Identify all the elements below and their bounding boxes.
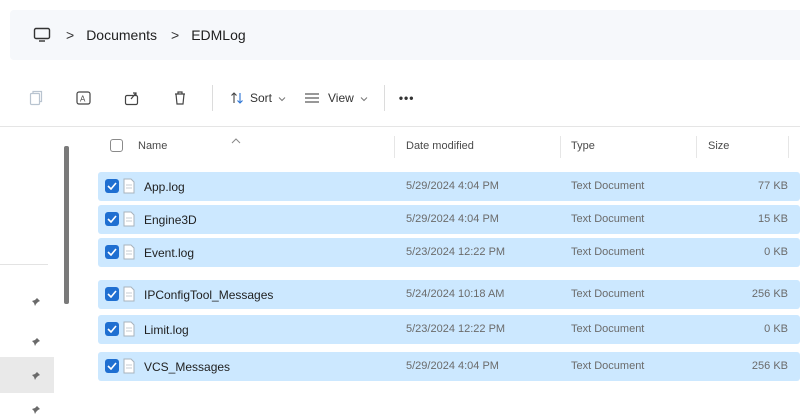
sort-icon[interactable] bbox=[227, 88, 247, 108]
file-name[interactable]: VCS_Messages bbox=[144, 360, 230, 374]
file-name[interactable]: IPConfigTool_Messages bbox=[144, 288, 273, 302]
row-checkbox[interactable] bbox=[105, 322, 119, 336]
file-name[interactable]: Limit.log bbox=[144, 323, 189, 337]
text-file-icon bbox=[123, 321, 135, 337]
more-options-button[interactable]: ••• bbox=[399, 91, 415, 105]
text-file-icon bbox=[123, 358, 135, 374]
address-bar[interactable]: > Documents > EDMLog bbox=[10, 10, 800, 60]
file-name[interactable]: Event.log bbox=[144, 246, 194, 260]
pin-icon bbox=[30, 370, 42, 382]
column-header-date-modified[interactable]: Date modified bbox=[406, 140, 474, 152]
chevron-right-icon: > bbox=[66, 27, 75, 43]
file-type: Text Document bbox=[571, 360, 645, 372]
pin-icon bbox=[30, 404, 42, 416]
text-file-icon bbox=[123, 211, 135, 227]
file-type: Text Document bbox=[571, 213, 645, 225]
nav-scrollbar[interactable] bbox=[64, 146, 69, 304]
text-file-icon bbox=[123, 244, 135, 260]
sort-ascending-icon bbox=[231, 131, 241, 144]
file-name[interactable]: App.log bbox=[144, 180, 185, 194]
row-checkbox[interactable] bbox=[105, 179, 119, 193]
rename-icon[interactable]: A bbox=[74, 88, 94, 108]
view-button[interactable]: View bbox=[328, 91, 354, 105]
file-date-modified: 5/23/2024 12:22 PM bbox=[406, 323, 506, 335]
file-name[interactable]: Engine3D bbox=[144, 213, 197, 227]
file-size: 15 KB bbox=[758, 213, 788, 225]
toolbar-divider bbox=[383, 85, 385, 111]
pin-icon bbox=[30, 336, 42, 348]
column-header-type[interactable]: Type bbox=[571, 140, 595, 152]
file-size: 256 KB bbox=[751, 360, 788, 372]
file-date-modified: 5/29/2024 4:04 PM bbox=[406, 360, 499, 372]
file-date-modified: 5/29/2024 4:04 PM bbox=[406, 213, 499, 225]
column-divider[interactable] bbox=[560, 136, 561, 158]
delete-icon[interactable] bbox=[170, 88, 190, 108]
column-divider[interactable] bbox=[696, 136, 697, 158]
text-file-icon bbox=[123, 178, 135, 194]
table-row[interactable]: IPConfigTool_Messages 5/24/2024 10:18 AM… bbox=[98, 280, 800, 309]
breadcrumb-edmlog[interactable]: EDMLog bbox=[191, 27, 245, 43]
toolbar-separator bbox=[0, 126, 800, 127]
file-type: Text Document bbox=[571, 180, 645, 192]
toolbar-divider bbox=[212, 85, 213, 111]
sort-button[interactable]: Sort bbox=[250, 91, 272, 105]
table-row[interactable]: VCS_Messages 5/29/2024 4:04 PM Text Docu… bbox=[98, 352, 800, 381]
chevron-down-icon bbox=[360, 89, 368, 107]
file-date-modified: 5/23/2024 12:22 PM bbox=[406, 246, 506, 258]
share-icon[interactable] bbox=[122, 88, 142, 108]
breadcrumb-documents[interactable]: Documents bbox=[86, 27, 157, 43]
copy-icon[interactable] bbox=[26, 88, 46, 108]
column-header-row: Name Date modified Type Size bbox=[98, 130, 800, 164]
view-icon[interactable] bbox=[302, 88, 322, 108]
file-size: 77 KB bbox=[758, 180, 788, 192]
pin-icon bbox=[30, 296, 42, 308]
row-checkbox[interactable] bbox=[105, 287, 119, 301]
file-size: 0 KB bbox=[764, 246, 788, 258]
table-row[interactable]: Engine3D 5/29/2024 4:04 PM Text Document… bbox=[98, 205, 800, 234]
column-divider[interactable] bbox=[788, 136, 789, 158]
row-checkbox[interactable] bbox=[105, 245, 119, 259]
table-row[interactable]: Event.log 5/23/2024 12:22 PM Text Docume… bbox=[98, 238, 800, 267]
file-size: 256 KB bbox=[751, 288, 788, 300]
file-date-modified: 5/29/2024 4:04 PM bbox=[406, 180, 499, 192]
table-row[interactable]: App.log 5/29/2024 4:04 PM Text Document … bbox=[98, 172, 800, 201]
row-checkbox[interactable] bbox=[105, 212, 119, 226]
nav-divider bbox=[0, 264, 48, 265]
table-row[interactable]: Limit.log 5/23/2024 12:22 PM Text Docume… bbox=[98, 315, 800, 344]
file-date-modified: 5/24/2024 10:18 AM bbox=[406, 288, 505, 300]
column-header-name[interactable]: Name bbox=[138, 140, 167, 152]
chevron-down-icon bbox=[278, 89, 286, 107]
nav-item-highlight[interactable] bbox=[0, 357, 54, 393]
computer-icon[interactable] bbox=[32, 25, 52, 45]
row-checkbox[interactable] bbox=[105, 359, 119, 373]
svg-text:A: A bbox=[80, 95, 86, 104]
file-type: Text Document bbox=[571, 246, 645, 258]
column-divider[interactable] bbox=[394, 136, 395, 158]
file-type: Text Document bbox=[571, 323, 645, 335]
select-all-checkbox[interactable] bbox=[110, 139, 123, 152]
file-size: 0 KB bbox=[764, 323, 788, 335]
file-type: Text Document bbox=[571, 288, 645, 300]
text-file-icon bbox=[123, 286, 135, 302]
command-bar: A Sort View ••• bbox=[0, 74, 800, 122]
chevron-right-icon: > bbox=[171, 27, 180, 43]
column-header-size[interactable]: Size bbox=[708, 140, 729, 152]
